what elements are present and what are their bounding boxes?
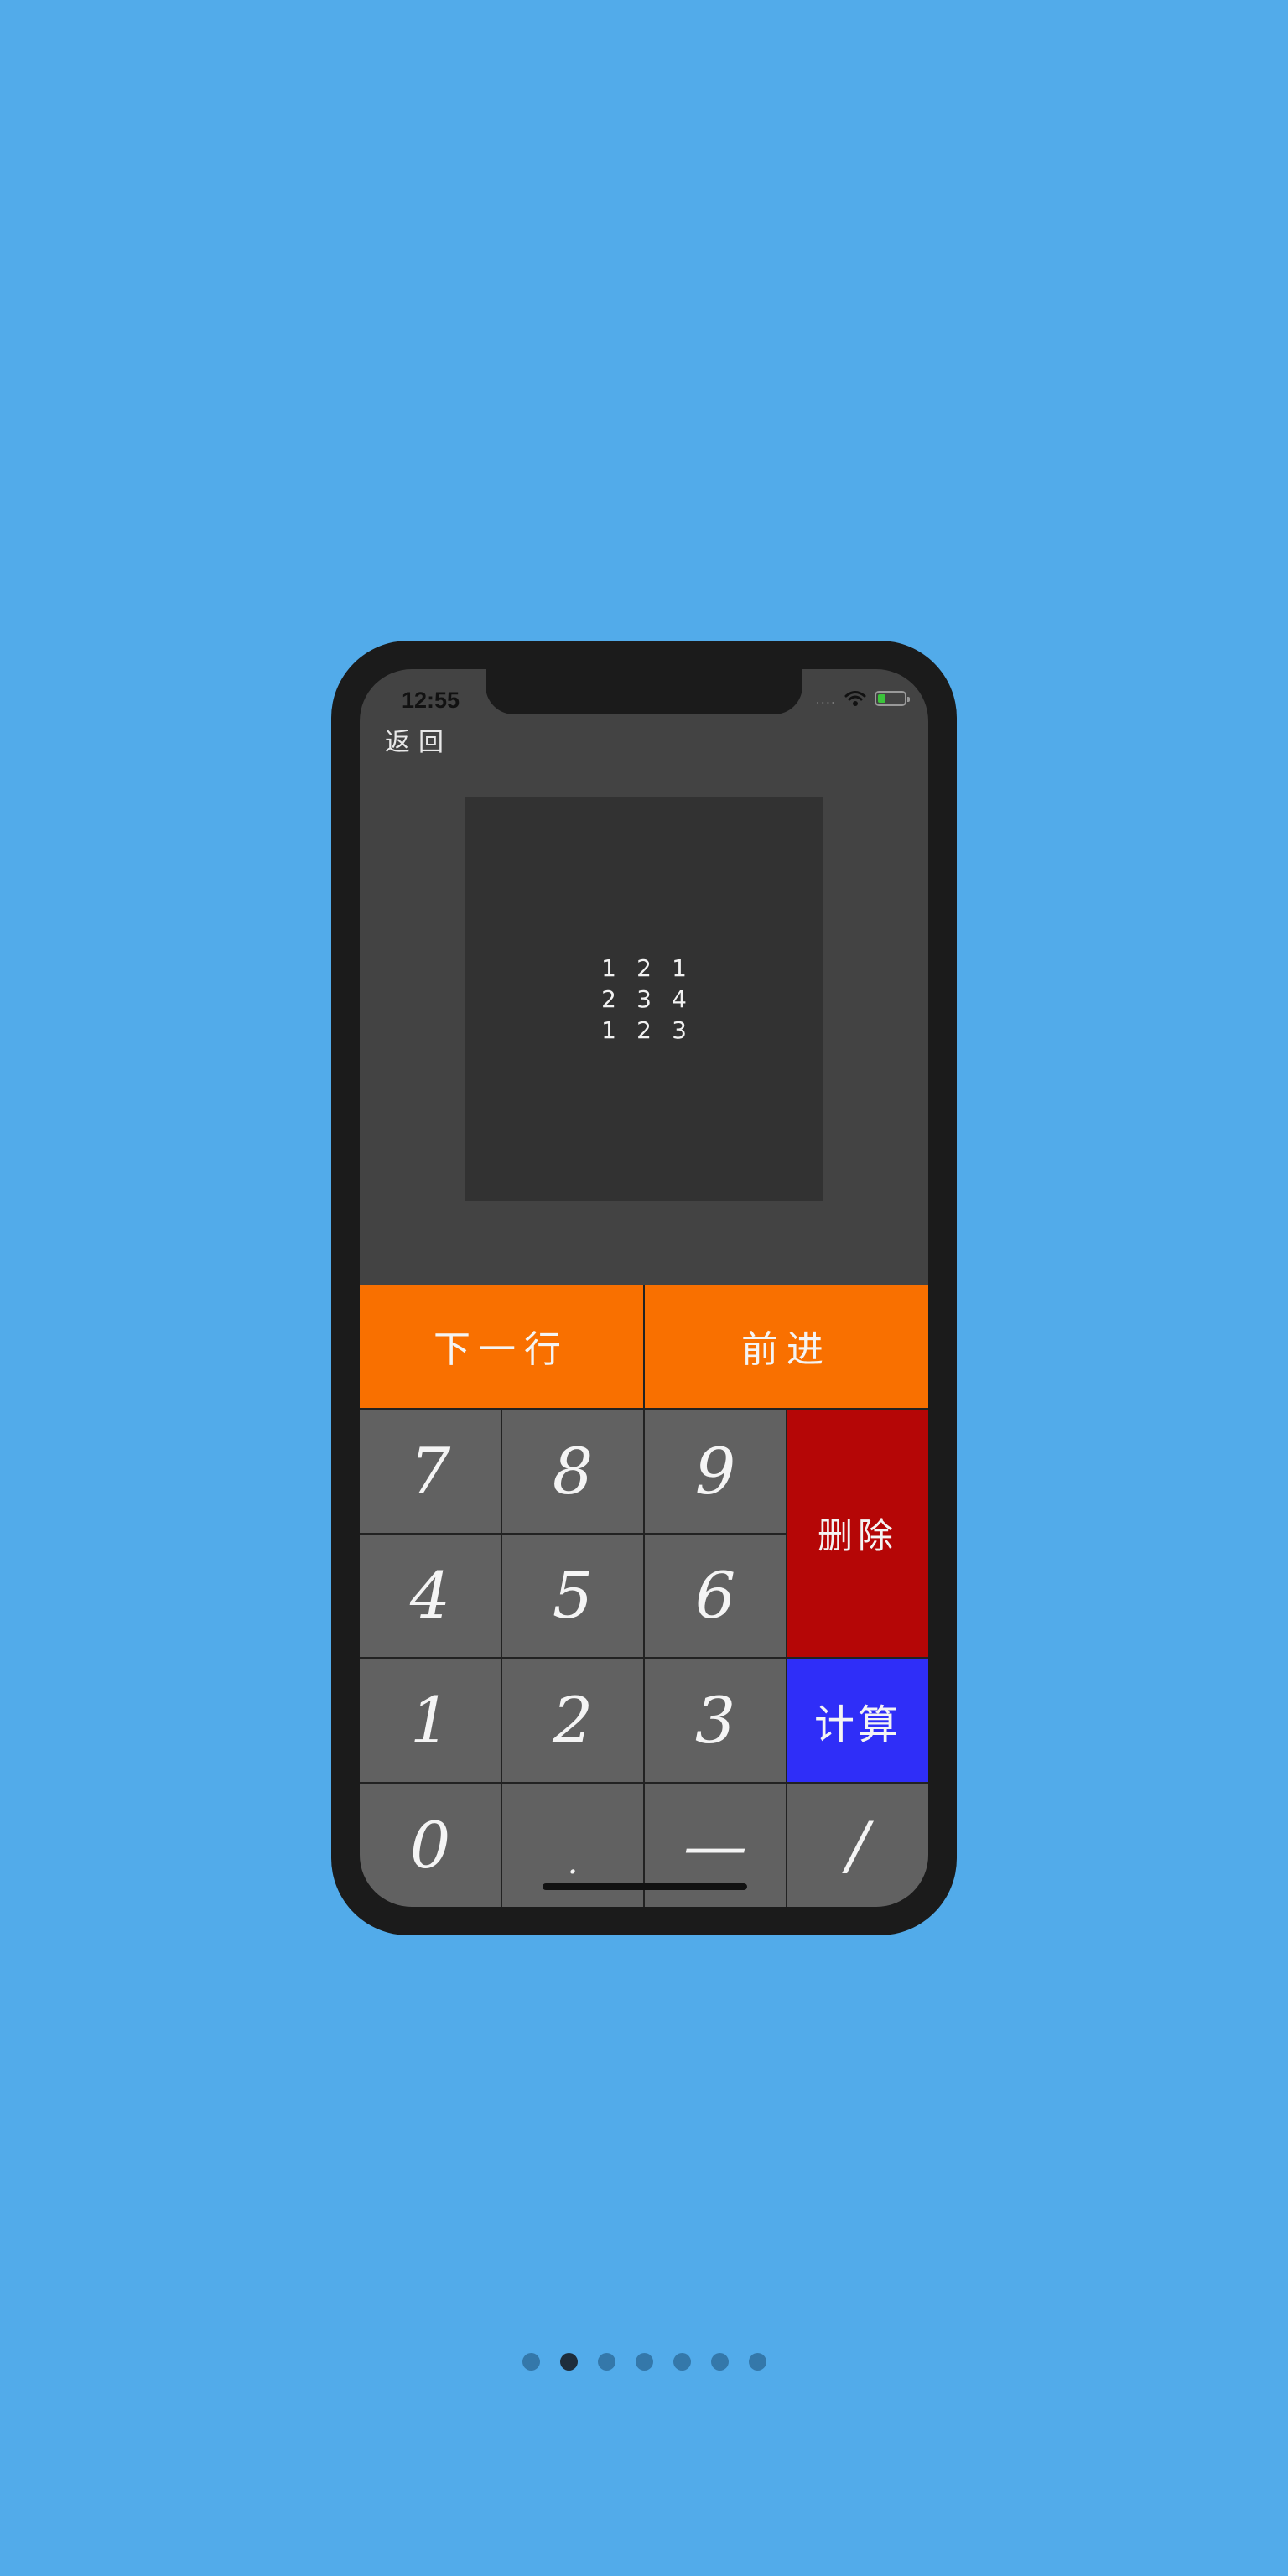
key-1[interactable]: 1 <box>360 1659 501 1783</box>
keypad: 下一行 前进 7 8 9 删除 4 5 6 1 2 3 计算 0 . — / <box>360 1285 928 1907</box>
key-8[interactable]: 8 <box>502 1409 643 1533</box>
compute-button[interactable]: 计算 <box>787 1659 928 1783</box>
key-0[interactable]: 0 <box>360 1784 501 1907</box>
key-5[interactable]: 5 <box>502 1534 643 1658</box>
page-dot[interactable] <box>673 2353 691 2371</box>
page-dot[interactable] <box>748 2353 766 2371</box>
delete-button[interactable]: 删除 <box>787 1409 928 1658</box>
key-divide[interactable]: / <box>787 1784 928 1907</box>
signal-icon: .... <box>815 690 836 707</box>
wifi-icon <box>844 691 866 706</box>
matrix-cell: 2 <box>601 984 616 1013</box>
key-2[interactable]: 2 <box>502 1659 643 1783</box>
notch <box>486 669 802 714</box>
battery-tip <box>907 697 910 702</box>
key-4[interactable]: 4 <box>360 1534 501 1658</box>
phone-frame: 12:55 .... 返回 1 2 1 2 3 4 1 2 3 下一行 前进 7… <box>331 641 957 1935</box>
matrix-cell: 2 <box>636 953 652 982</box>
key-9[interactable]: 9 <box>645 1409 786 1533</box>
key-6[interactable]: 6 <box>645 1534 786 1658</box>
matrix-cell: 1 <box>672 953 687 982</box>
matrix-cell: 3 <box>672 1015 687 1044</box>
battery-fill <box>878 694 886 703</box>
matrix-cell: 3 <box>636 984 652 1013</box>
matrix-display: 1 2 1 2 3 4 1 2 3 <box>465 797 823 1201</box>
back-button[interactable]: 返回 <box>385 721 452 758</box>
page-dot[interactable] <box>559 2353 578 2371</box>
matrix-cell: 1 <box>601 1015 616 1044</box>
phone-screen: 12:55 .... 返回 1 2 1 2 3 4 1 2 3 下一行 前进 7… <box>360 669 928 1907</box>
page-dot[interactable] <box>635 2353 653 2371</box>
matrix-cell: 4 <box>672 984 687 1013</box>
page-indicator <box>0 2353 1288 2371</box>
next-row-button[interactable]: 下一行 <box>360 1285 643 1408</box>
forward-button[interactable]: 前进 <box>645 1285 928 1408</box>
matrix-cell: 2 <box>636 1015 652 1044</box>
key-3[interactable]: 3 <box>645 1659 786 1783</box>
status-time: 12:55 <box>402 688 460 713</box>
matrix-cell: 1 <box>601 953 616 982</box>
matrix-grid: 1 2 1 2 3 4 1 2 3 <box>591 955 697 1043</box>
battery-icon <box>875 691 910 706</box>
status-icons: .... <box>815 689 910 708</box>
home-indicator <box>543 1883 747 1890</box>
page-dot[interactable] <box>710 2353 729 2371</box>
page-dot[interactable] <box>522 2353 540 2371</box>
key-7[interactable]: 7 <box>360 1409 501 1533</box>
page-dot[interactable] <box>597 2353 615 2371</box>
